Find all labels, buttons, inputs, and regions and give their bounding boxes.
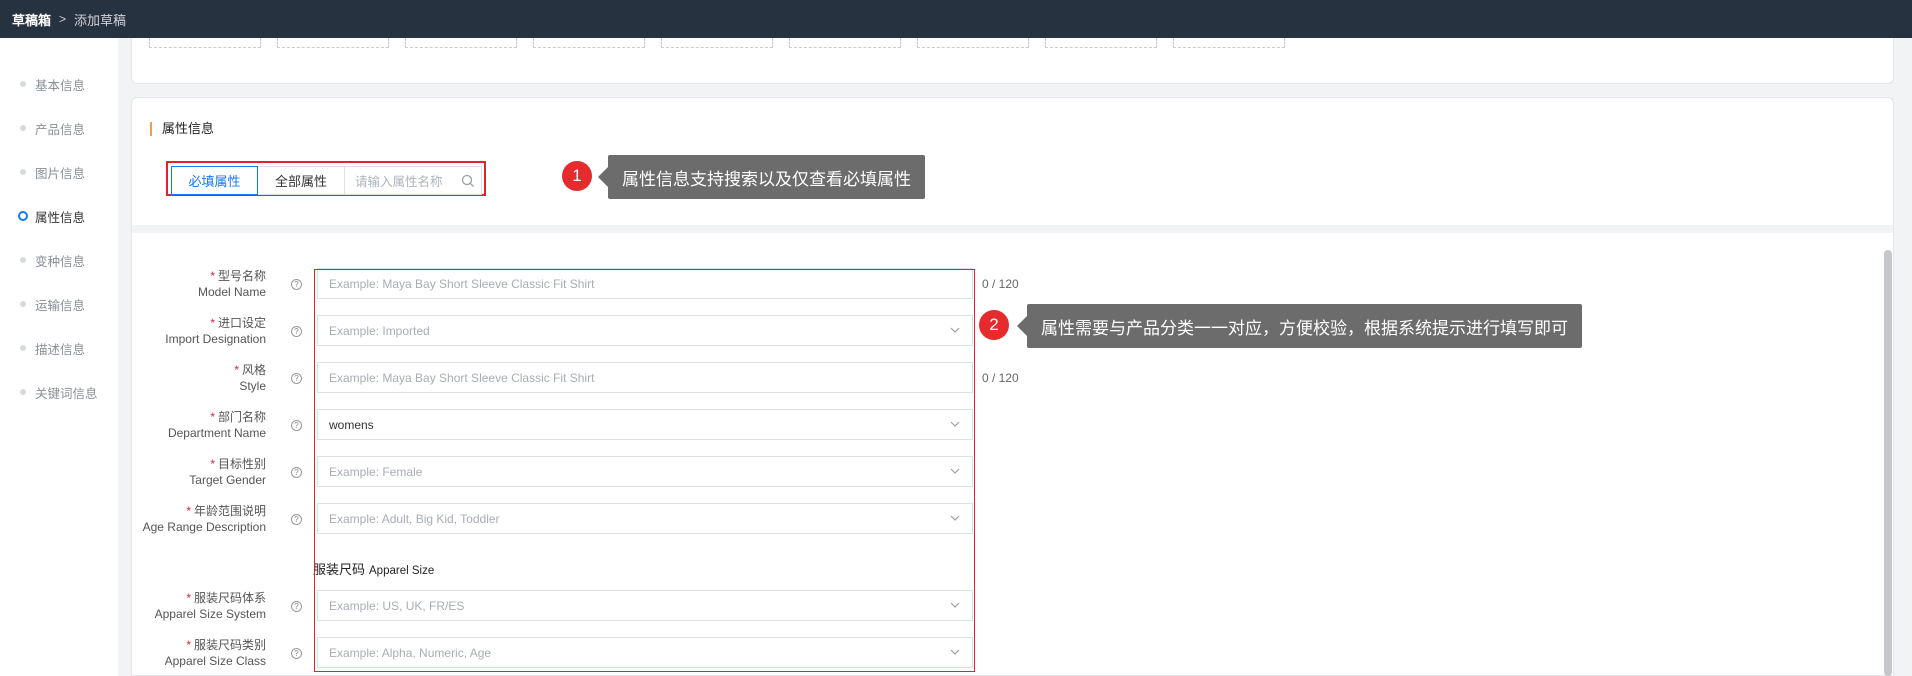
chevron-down-icon — [950, 327, 960, 333]
breadcrumb-current: 添加草稿 — [74, 12, 127, 28]
image-slot[interactable] — [533, 38, 645, 48]
nav-dot-icon — [20, 169, 26, 175]
nav-item-label: 基本信息 — [35, 78, 86, 93]
help-icon[interactable]: ? — [291, 326, 302, 337]
section-divider — [132, 225, 1893, 233]
page-scrollbar[interactable] — [1884, 250, 1892, 676]
target-gender-select[interactable]: Example: Female — [317, 456, 973, 487]
help-icon[interactable]: ? — [291, 467, 302, 478]
chevron-down-icon — [950, 602, 960, 608]
field-label-apparel-size-system: * 服装尺码体系 Apparel Size System — [154, 591, 266, 621]
department-name-select[interactable]: womens — [317, 409, 973, 440]
char-counter: 0 / 120 — [982, 371, 1019, 385]
nav-item-keywords[interactable]: 关键词信息 — [20, 382, 98, 402]
search-placeholder: 请输入属性名称 — [355, 175, 443, 189]
nav-dot-icon — [20, 301, 26, 307]
chevron-down-icon — [950, 421, 960, 427]
nav-item-images[interactable]: 图片信息 — [20, 162, 85, 182]
image-section-card — [131, 38, 1894, 84]
group-title-apparel-size: 服装尺码 Apparel Size — [313, 562, 435, 577]
field-label-import-designation: * 进口设定 Import Designation — [165, 316, 266, 346]
select-placeholder: Example: Adult, Big Kid, Toddler — [329, 511, 500, 526]
nav-dot-icon — [20, 389, 26, 395]
apparel-size-class-select[interactable]: Example: Alpha, Numeric, Age — [317, 637, 973, 668]
import-designation-select[interactable]: Example: Imported — [317, 315, 973, 346]
select-placeholder: Example: Alpha, Numeric, Age — [329, 645, 492, 660]
nav-item-label: 产品信息 — [35, 122, 86, 137]
nav-item-variants[interactable]: 变种信息 — [20, 250, 85, 270]
style-input[interactable]: Example: Maya Bay Short Sleeve Classic F… — [317, 362, 973, 393]
nav-active-dot-icon — [18, 211, 28, 221]
nav-item-label: 变种信息 — [35, 254, 86, 269]
image-slot[interactable] — [405, 38, 517, 48]
help-icon[interactable]: ? — [291, 279, 302, 290]
select-value: womens — [329, 417, 374, 432]
annotation-tooltip-2: 属性需要与产品分类一一对应，方便校验，根据系统提示进行填写即可 — [1017, 304, 1582, 348]
apparel-size-system-select[interactable]: Example: US, UK, FR/ES — [317, 590, 973, 621]
nav-item-description[interactable]: 描述信息 — [20, 338, 85, 358]
chevron-down-icon — [950, 468, 960, 474]
help-icon[interactable]: ? — [291, 648, 302, 659]
nav-item-label: 图片信息 — [35, 166, 86, 181]
image-slot[interactable] — [277, 38, 389, 48]
select-placeholder: Example: Imported — [329, 323, 430, 338]
help-icon[interactable]: ? — [291, 514, 302, 525]
annotation-badge-1: 1 — [562, 161, 592, 191]
nav-dot-icon — [20, 81, 26, 87]
nav-item-attributes[interactable]: 属性信息 — [18, 206, 86, 226]
attribute-filter: 必填属性 全部属性 请输入属性名称 — [166, 161, 486, 196]
input-placeholder: Example: Maya Bay Short Sleeve Classic F… — [329, 276, 595, 291]
all-attributes-tab[interactable]: 全部属性 — [258, 166, 345, 195]
chevron-down-icon — [950, 515, 960, 521]
nav-dot-icon — [20, 257, 26, 263]
top-bar: 草稿箱 > 添加草稿 — [0, 0, 1912, 38]
nav-item-label: 关键词信息 — [35, 386, 98, 401]
nav-item-label: 属性信息 — [35, 210, 86, 225]
image-slot[interactable] — [917, 38, 1029, 48]
image-slot[interactable] — [1173, 38, 1285, 48]
annotation-tooltip-1: 属性信息支持搜索以及仅查看必填属性 — [598, 155, 925, 199]
age-range-select[interactable]: Example: Adult, Big Kid, Toddler — [317, 503, 973, 534]
field-label-model-name: * 型号名称 Model Name — [197, 269, 266, 299]
section-title: 属性信息 — [150, 122, 214, 136]
field-label-apparel-size-class: * 服装尺码类别 Apparel Size Class — [164, 638, 266, 668]
nav-dot-icon — [20, 345, 26, 351]
nav-item-label: 描述信息 — [35, 342, 86, 357]
input-placeholder: Example: Maya Bay Short Sleeve Classic F… — [329, 370, 595, 385]
nav-item-shipping[interactable]: 运输信息 — [20, 294, 85, 314]
required-attributes-tab[interactable]: 必填属性 — [171, 166, 258, 195]
breadcrumb-separator-icon: > — [59, 12, 67, 26]
field-label-age-range: * 年龄范围说明 Age Range Description — [142, 504, 266, 534]
attribute-search-input[interactable]: 请输入属性名称 — [345, 166, 482, 195]
annotation-badge-2: 2 — [979, 310, 1009, 340]
field-label-department-name: * 部门名称 Department Name — [167, 410, 266, 440]
image-slot[interactable] — [1045, 38, 1157, 48]
nav-item-basic[interactable]: 基本信息 — [20, 74, 85, 94]
model-name-input[interactable]: Example: Maya Bay Short Sleeve Classic F… — [317, 268, 973, 299]
char-counter: 0 / 120 — [982, 277, 1019, 291]
section-nav: 基本信息 产品信息 图片信息 属性信息 变种信息 运输信息 描述信息 关键词信息 — [0, 38, 118, 676]
search-icon[interactable] — [461, 174, 475, 188]
nav-dot-icon — [20, 125, 26, 131]
image-slot[interactable] — [789, 38, 901, 48]
field-label-style: * 风格 Style — [234, 363, 266, 393]
nav-item-label: 运输信息 — [35, 298, 86, 313]
select-placeholder: Example: Female — [329, 464, 423, 479]
help-icon[interactable]: ? — [291, 601, 302, 612]
image-slot[interactable] — [149, 38, 261, 48]
help-icon[interactable]: ? — [291, 373, 302, 384]
breadcrumb-root[interactable]: 草稿箱 — [12, 10, 51, 29]
field-label-target-gender: * 目标性别 Target Gender — [189, 457, 266, 487]
chevron-down-icon — [950, 649, 960, 655]
nav-item-product[interactable]: 产品信息 — [20, 118, 85, 138]
help-icon[interactable]: ? — [291, 420, 302, 431]
select-placeholder: Example: US, UK, FR/ES — [329, 598, 465, 613]
image-slot[interactable] — [661, 38, 773, 48]
attributes-card: 属性信息 必填属性 全部属性 请输入属性名称 1 属性信息支持搜索以及仅查看必填… — [131, 97, 1894, 676]
